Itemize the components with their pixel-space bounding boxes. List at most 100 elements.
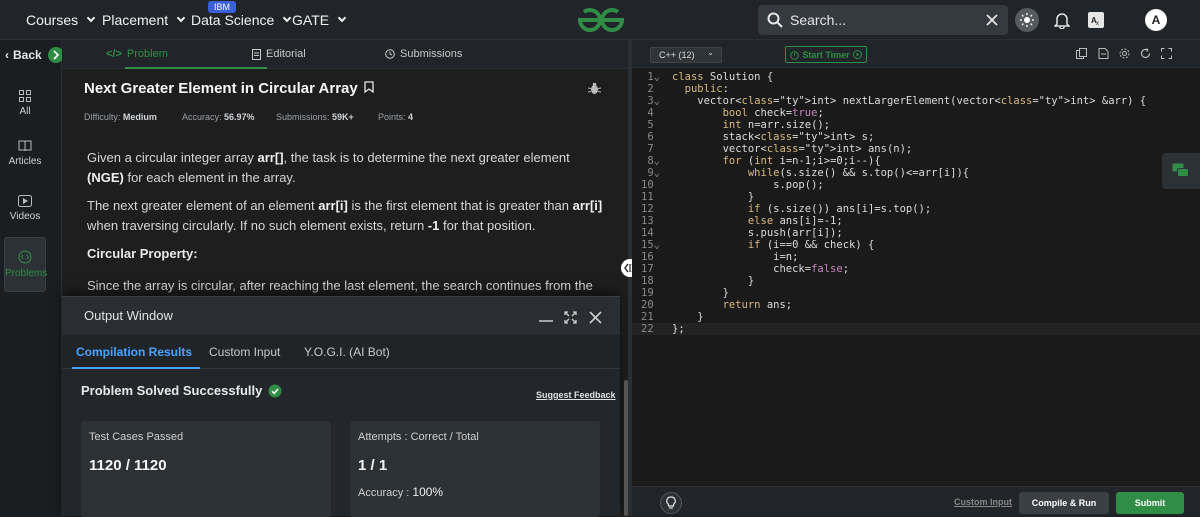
editor-footer: Custom Input Compile & Run Submit [632, 486, 1200, 516]
code-line[interactable]: 15⌄ if (i==0 && check) { [632, 239, 1200, 251]
file-upload-icon[interactable] [1098, 48, 1109, 59]
code-line[interactable]: 22 }; [632, 323, 1200, 335]
tab-yogi-ai-bot[interactable]: Y.O.G.I. (AI Bot) [304, 345, 390, 359]
code-line[interactable]: 13 else ans[i]=-1; [632, 215, 1200, 227]
hint-button[interactable] [660, 492, 682, 514]
text: Given a circular integer array [87, 150, 258, 165]
tab-submissions[interactable]: Submissions [385, 48, 462, 60]
sidebar-item-videos[interactable]: Videos [4, 195, 46, 229]
sidebar-item-all[interactable]: All [4, 90, 46, 124]
play-icon [18, 195, 32, 207]
code-line[interactable]: 4 bool check=true; [632, 107, 1200, 119]
code-line[interactable]: 19 } [632, 287, 1200, 299]
code-line[interactable]: 3⌄ vector<class="ty">int> nextLargerElem… [632, 95, 1200, 107]
translate-button[interactable]: A x [1088, 12, 1104, 28]
status-message: Problem Solved Successfully [81, 383, 282, 398]
reset-icon[interactable] [1140, 48, 1151, 59]
code-line[interactable]: 18 } [632, 275, 1200, 287]
code-line[interactable]: 5 int n=arr.size(); [632, 119, 1200, 131]
code-line[interactable]: 7 vector<class="ty">int> ans(n); [632, 143, 1200, 155]
submit-button[interactable]: Submit [1116, 492, 1184, 514]
sidebar-item-articles-label: Articles [8, 156, 42, 167]
problem-title: Next Greater Element in Circular Array [84, 80, 374, 97]
search-box[interactable]: Search... [758, 5, 1008, 35]
sidebar-item-all-label: All [19, 106, 31, 117]
nav-placement[interactable]: Placement [102, 12, 186, 28]
code-line[interactable]: 17 check=false; [632, 263, 1200, 275]
bell-icon [1054, 13, 1070, 29]
nav-data-science[interactable]: Data Science [191, 12, 292, 28]
line-number: 18 [641, 275, 660, 287]
line-number: 20 [641, 299, 660, 311]
sidebar-item-problems[interactable]: Problems [4, 237, 47, 292]
problem-paragraph-2: The next greater element of an element a… [87, 196, 607, 236]
line-number: 9⌄ [647, 167, 660, 179]
gear-icon[interactable] [1119, 48, 1130, 59]
line-number: 12 [641, 203, 660, 215]
code-text: s.push(arr[i]); [672, 227, 843, 239]
line-number: 8⌄ [647, 155, 660, 167]
tab-custom-input[interactable]: Custom Input [209, 345, 280, 359]
line-number: 21 [641, 311, 660, 323]
tab-compilation-results[interactable]: Compilation Results [76, 345, 192, 359]
problem-tabs: </> Problem Editorial Submissions [62, 40, 628, 69]
code-line[interactable]: 12 if (s.size()) ans[i]=s.top(); [632, 203, 1200, 215]
bookmark-icon[interactable] [364, 81, 374, 94]
expand-icon[interactable] [564, 311, 577, 324]
custom-input-link[interactable]: Custom Input [954, 497, 1012, 507]
attempts-value: 1 / 1 [358, 457, 388, 474]
avatar[interactable]: A [1145, 9, 1167, 31]
status-text: Problem Solved Successfully [81, 383, 263, 398]
close-icon[interactable] [589, 311, 602, 324]
code-line[interactable]: 2 public: [632, 83, 1200, 95]
suggest-feedback-link[interactable]: Suggest Feedback [536, 390, 616, 400]
start-timer-button[interactable]: Start Timer [785, 46, 867, 63]
code-editor[interactable]: 1⌄ class Solution {2 public: 3⌄ vector<cla… [632, 68, 1200, 486]
nav-courses[interactable]: Courses [26, 12, 96, 28]
gfg-logo[interactable] [576, 6, 626, 34]
chevron-down-icon [283, 13, 292, 23]
lightbulb-icon [666, 496, 676, 509]
nav-gate[interactable]: GATE [292, 12, 347, 28]
chevron-down-icon: ⌄ [707, 48, 714, 57]
chat-button[interactable] [1162, 153, 1200, 189]
code-line[interactable]: 10 s.pop(); [632, 179, 1200, 191]
tab-editorial[interactable]: Editorial [252, 48, 306, 60]
code-line[interactable]: 21 } [632, 311, 1200, 323]
nav-gate-label: GATE [292, 12, 330, 28]
difficulty-meta: Difficulty: Medium [84, 112, 157, 122]
compile-run-button[interactable]: Compile & Run [1019, 492, 1109, 514]
code-line[interactable]: 1⌄ class Solution { [632, 71, 1200, 83]
back-button[interactable]: ‹ Back [5, 48, 42, 62]
tab-problem[interactable]: </> Problem [106, 48, 168, 60]
close-icon[interactable] [986, 14, 998, 26]
minimize-icon[interactable] [539, 319, 553, 323]
code-term: arr[i] [572, 198, 603, 213]
chevron-down-icon [337, 13, 347, 23]
bug-report-icon[interactable] [588, 82, 601, 95]
notifications-button[interactable] [1053, 10, 1071, 30]
fullscreen-icon[interactable] [1161, 48, 1172, 59]
chevron-down-icon [176, 13, 186, 23]
sidebar-item-articles[interactable]: Articles [4, 140, 46, 174]
nav-data-science-label: Data Science [191, 12, 275, 28]
code-text: i=n; [672, 251, 799, 263]
attempts-label: Attempts : Correct / Total [358, 431, 479, 443]
copy-icon[interactable] [1076, 48, 1087, 59]
code-term: arr[i] [318, 198, 348, 213]
code-line[interactable]: 8⌄ for (int i=n-1;i>=0;i--){ [632, 155, 1200, 167]
code-line[interactable]: 9⌄ while(s.size() && s.top()<=arr[i]){ [632, 167, 1200, 179]
language-select[interactable]: C++ (12) ⌄ [650, 47, 722, 63]
search-input[interactable]: Search... [790, 12, 846, 28]
active-tab-indicator [72, 367, 200, 369]
code-text: class Solution { [672, 71, 774, 83]
code-line[interactable]: 14 s.push(arr[i]); [632, 227, 1200, 239]
theme-toggle-button[interactable] [1015, 8, 1039, 32]
code-line[interactable]: 11 } [632, 191, 1200, 203]
code-line[interactable]: 20 return ans; [632, 299, 1200, 311]
code-line[interactable]: 16 i=n; [632, 251, 1200, 263]
text: for each element in the array. [123, 170, 296, 185]
language-value: C++ (12) [659, 50, 695, 60]
code-line[interactable]: 6 stack<class="ty">int> s; [632, 131, 1200, 143]
line-number: 19 [641, 287, 660, 299]
